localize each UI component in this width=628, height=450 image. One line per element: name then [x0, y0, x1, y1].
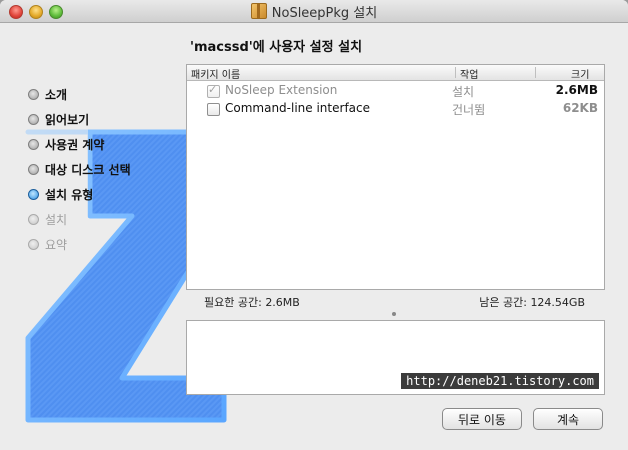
package-table: 패키지 이름 작업 크기 NoSleep Extension 설치 2.6MB … — [186, 64, 605, 290]
package-size: 2.6MB — [555, 83, 598, 97]
step-dot-icon — [28, 114, 39, 125]
step-label: 설치 유형 — [45, 188, 94, 202]
continue-button[interactable]: 계속 — [533, 408, 603, 430]
column-separator — [455, 67, 456, 78]
step-readme: 읽어보기 — [28, 111, 89, 128]
step-dot-icon — [28, 164, 39, 175]
remaining-space-value: 124.54GB — [530, 296, 585, 309]
step-destination: 대상 디스크 선택 — [28, 161, 131, 178]
column-header-size[interactable]: 크기 — [571, 66, 589, 81]
package-name: Command-line interface — [225, 101, 370, 115]
step-dot-icon — [28, 139, 39, 150]
title-bar: NoSleepPkg 설치 — [0, 0, 628, 23]
step-label: 소개 — [45, 88, 68, 102]
column-separator — [535, 67, 536, 78]
step-label: 요약 — [45, 238, 68, 252]
package-icon — [250, 3, 267, 19]
step-dot-icon — [28, 89, 39, 100]
page-heading: 'macssd'에 사용자 설정 설치 — [190, 40, 363, 55]
required-space: 필요한 공간: 2.6MB — [204, 294, 300, 310]
step-label: 읽어보기 — [45, 113, 90, 127]
remaining-space-label: 남은 공간: — [479, 296, 527, 309]
column-header-action[interactable]: 작업 — [460, 66, 478, 81]
package-checkbox[interactable] — [207, 83, 220, 98]
package-name: NoSleep Extension — [225, 83, 338, 97]
title-wrap: NoSleepPkg 설치 — [0, 0, 628, 22]
step-dot-icon — [28, 239, 39, 250]
step-license: 사용권 계약 — [28, 136, 104, 153]
required-space-value: 2.6MB — [265, 296, 300, 309]
package-action: 건너뜀 — [452, 103, 486, 117]
step-summary: 요약 — [28, 236, 67, 253]
step-label: 설치 — [45, 213, 68, 227]
watermark: http://deneb21.tistory.com — [401, 373, 599, 389]
step-install: 설치 — [28, 211, 67, 228]
step-dot-active-icon — [28, 189, 39, 200]
package-size: 62KB — [562, 101, 598, 115]
table-header: 패키지 이름 작업 크기 — [187, 65, 604, 81]
remaining-space: 남은 공간: 124.54GB — [479, 294, 585, 310]
window-title: NoSleepPkg 설치 — [271, 5, 378, 21]
installer-window: NoSleepPkg 설치 'macssd'에 사용자 설정 설치 소개 읽어보… — [0, 0, 628, 450]
package-checkbox[interactable] — [207, 103, 220, 116]
disk-space-info: 필요한 공간: 2.6MB 남은 공간: 124.54GB — [186, 293, 603, 309]
split-resize-handle[interactable] — [392, 312, 396, 316]
required-space-label: 필요한 공간: — [204, 296, 262, 309]
package-action: 설치 — [452, 85, 475, 99]
back-button[interactable]: 뒤로 이동 — [442, 408, 522, 430]
step-label: 대상 디스크 선택 — [45, 163, 131, 177]
step-dot-icon — [28, 214, 39, 225]
step-intro: 소개 — [28, 86, 67, 103]
table-row: NoSleep Extension 설치 2.6MB — [187, 82, 604, 100]
column-header-name[interactable]: 패키지 이름 — [191, 66, 240, 81]
description-area: http://deneb21.tistory.com — [186, 320, 605, 395]
step-label: 사용권 계약 — [45, 138, 105, 152]
table-row: Command-line interface 건너뜀 62KB — [187, 100, 604, 118]
step-install-type: 설치 유형 — [28, 186, 93, 203]
